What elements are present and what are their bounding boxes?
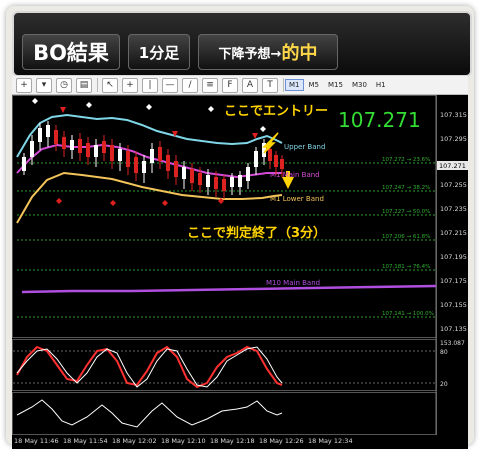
price-tick: 107.215 <box>440 229 467 237</box>
horizontal-line-icon[interactable]: — <box>162 77 178 93</box>
fib-label: 107.247 → 38.2% <box>382 185 430 191</box>
price-chart[interactable]: 107.272 → 23.6% 107.247 → 38.2% 107.227 … <box>12 95 468 449</box>
timeframe-m5[interactable]: M5 <box>305 79 324 91</box>
prediction-tag: 下降予想→ 的中 <box>198 34 338 70</box>
timeframe-m15[interactable]: M15 <box>324 79 347 91</box>
main-band-line <box>16 143 282 179</box>
price-tick: 107.235 <box>440 205 467 213</box>
price-tick: 107.155 <box>440 301 467 309</box>
chart-svg: 107.272 → 23.6% 107.247 → 38.2% 107.227 … <box>12 95 468 445</box>
crosshair-icon[interactable]: + <box>122 77 138 93</box>
signal-diamond-icon <box>110 200 116 206</box>
timeframe-h1[interactable]: H1 <box>372 79 390 91</box>
current-price-badge-text: 107.271 <box>439 162 466 170</box>
timeframe-m30[interactable]: M30 <box>348 79 371 91</box>
time-label: 18 May 12:02 <box>112 437 157 445</box>
outcome-label: 的中 <box>281 43 318 64</box>
result-label: BO結果 <box>33 41 109 65</box>
timeframe-tag: 1分足 <box>128 34 190 70</box>
lower-band-label: M1 Lower Band <box>270 195 324 203</box>
current-price: 107.271 <box>338 108 421 132</box>
m10-main-band-line <box>21 284 437 294</box>
m10-main-band-label: M10 Main Band <box>266 279 320 287</box>
price-tick: 107.295 <box>440 135 467 143</box>
fib-label: 107.141 → 100.0% <box>382 311 434 317</box>
new-order-icon[interactable]: + <box>16 77 32 93</box>
fib-label: 107.181 → 76.4% <box>382 264 430 270</box>
fib-label: 107.227 → 50.0% <box>382 209 430 215</box>
title-banner: BO結果 1分足 下降予想→ 的中 <box>12 11 472 77</box>
candles <box>22 121 284 199</box>
chart-template-icon[interactable]: ▤ <box>76 77 92 93</box>
stoch-top-label: 153.087 <box>440 340 465 347</box>
settlement-annotation: ここで判定終了（3分） <box>187 225 326 241</box>
signal-diamond-icon <box>56 198 62 204</box>
price-tick: 107.175 <box>440 277 467 285</box>
fibonacci-icon[interactable]: F <box>222 77 238 93</box>
oscillator-line <box>16 399 283 428</box>
fib-label: 107.272 → 23.6% <box>382 157 430 163</box>
time-label: 18 May 11:46 <box>14 437 59 445</box>
price-tick: 107.195 <box>440 253 467 261</box>
main-band-label: M1 Main Band <box>270 171 320 179</box>
time-label: 18 May 12:34 <box>308 437 353 445</box>
price-tick: 107.315 <box>440 111 467 119</box>
stoch-axis: 153.087 80 20 <box>440 340 465 388</box>
toolbar-divider <box>97 78 98 92</box>
signal-diamond-icon <box>162 200 168 206</box>
fib-label: 107.206 → 61.8% <box>382 234 430 240</box>
price-tick: 107.135 <box>440 325 467 333</box>
indicator-icon[interactable]: ▾ <box>36 77 52 93</box>
clock-icon[interactable]: ◷ <box>56 77 72 93</box>
stoch-main-line <box>16 345 283 389</box>
label-icon[interactable]: T <box>262 77 278 93</box>
time-label: 18 May 11:54 <box>63 437 108 445</box>
cursor-icon[interactable]: ↖ <box>102 77 118 93</box>
time-label: 18 May 12:18 <box>210 437 255 445</box>
toolbar-divider <box>283 78 284 92</box>
oscillator-panel-border <box>12 392 437 435</box>
chart-toolbar: + ▾ ◷ ▤ ↖ + | — / ≡ F A T M1 M5 M15 M30 … <box>12 76 468 95</box>
prediction-label: 下降予想→ <box>218 46 282 62</box>
timeframe-label: 1分足 <box>138 43 180 62</box>
time-label: 18 May 12:10 <box>161 437 206 445</box>
upper-band-label: Upper Band <box>284 143 325 151</box>
price-axis: 107.315 107.295 107.255 107.235 107.215 … <box>440 111 467 333</box>
entry-annotation: ここでエントリー <box>224 104 328 119</box>
channel-icon[interactable]: ≡ <box>202 77 218 93</box>
fib-level-labels: 107.272 → 23.6% 107.247 → 38.2% 107.227 … <box>382 157 434 317</box>
sell-arrow-icon <box>60 107 66 113</box>
time-label: 18 May 12:26 <box>259 437 304 445</box>
result-tag: BO結果 <box>22 34 120 70</box>
text-icon[interactable]: A <box>242 77 258 93</box>
price-tick: 107.255 <box>440 181 467 189</box>
vertical-line-icon[interactable]: | <box>142 77 158 93</box>
stoch-level-20: 20 <box>440 381 448 388</box>
timeframe-m1[interactable]: M1 <box>285 79 304 91</box>
time-axis: 18 May 11:46 18 May 11:54 18 May 12:02 1… <box>14 437 353 445</box>
trendline-icon[interactable]: / <box>182 77 198 93</box>
stoch-level-80: 80 <box>440 349 448 356</box>
